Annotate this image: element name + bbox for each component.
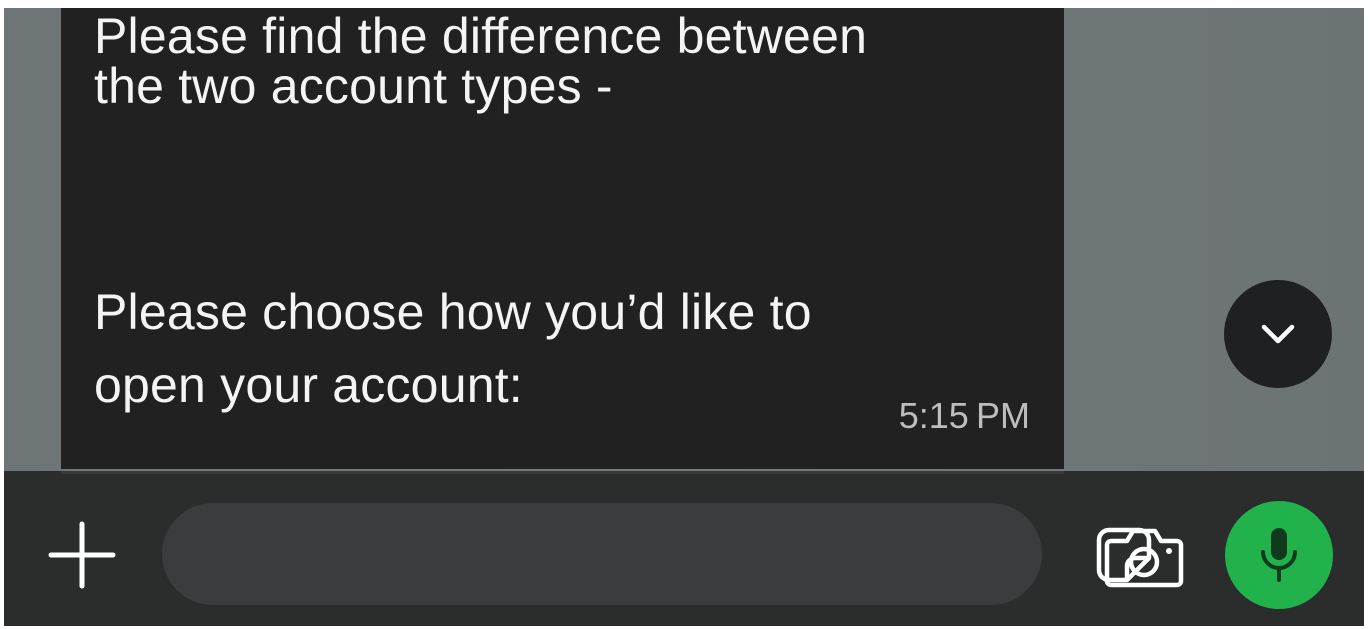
camera-button[interactable] (1100, 522, 1188, 592)
scroll-to-bottom-button[interactable] (1224, 280, 1332, 388)
message-composer (4, 471, 1364, 626)
chat-area[interactable]: Please find the difference between the t… (4, 8, 1364, 471)
attach-button[interactable] (42, 515, 122, 595)
message-input[interactable] (202, 503, 906, 607)
chevron-down-icon (1261, 324, 1295, 344)
camera-icon (1104, 528, 1184, 588)
message-input-field[interactable] (162, 503, 1152, 607)
message-line-2: the two account types - (94, 58, 613, 114)
message-line-4: open your account: (94, 357, 523, 413)
plus-icon (48, 521, 116, 589)
composer-divider (61, 471, 1064, 474)
message-line-3: Please choose how you’d like to (94, 284, 812, 340)
message-bubble[interactable]: Please find the difference between the t… (61, 8, 1064, 469)
chat-screen: Please find the difference between the t… (4, 8, 1364, 626)
message-timestamp: 5:15 PM (898, 395, 1030, 436)
voice-message-button[interactable] (1225, 501, 1333, 609)
microphone-icon (1261, 528, 1297, 582)
message-line-1: Please find the difference between (94, 8, 868, 64)
